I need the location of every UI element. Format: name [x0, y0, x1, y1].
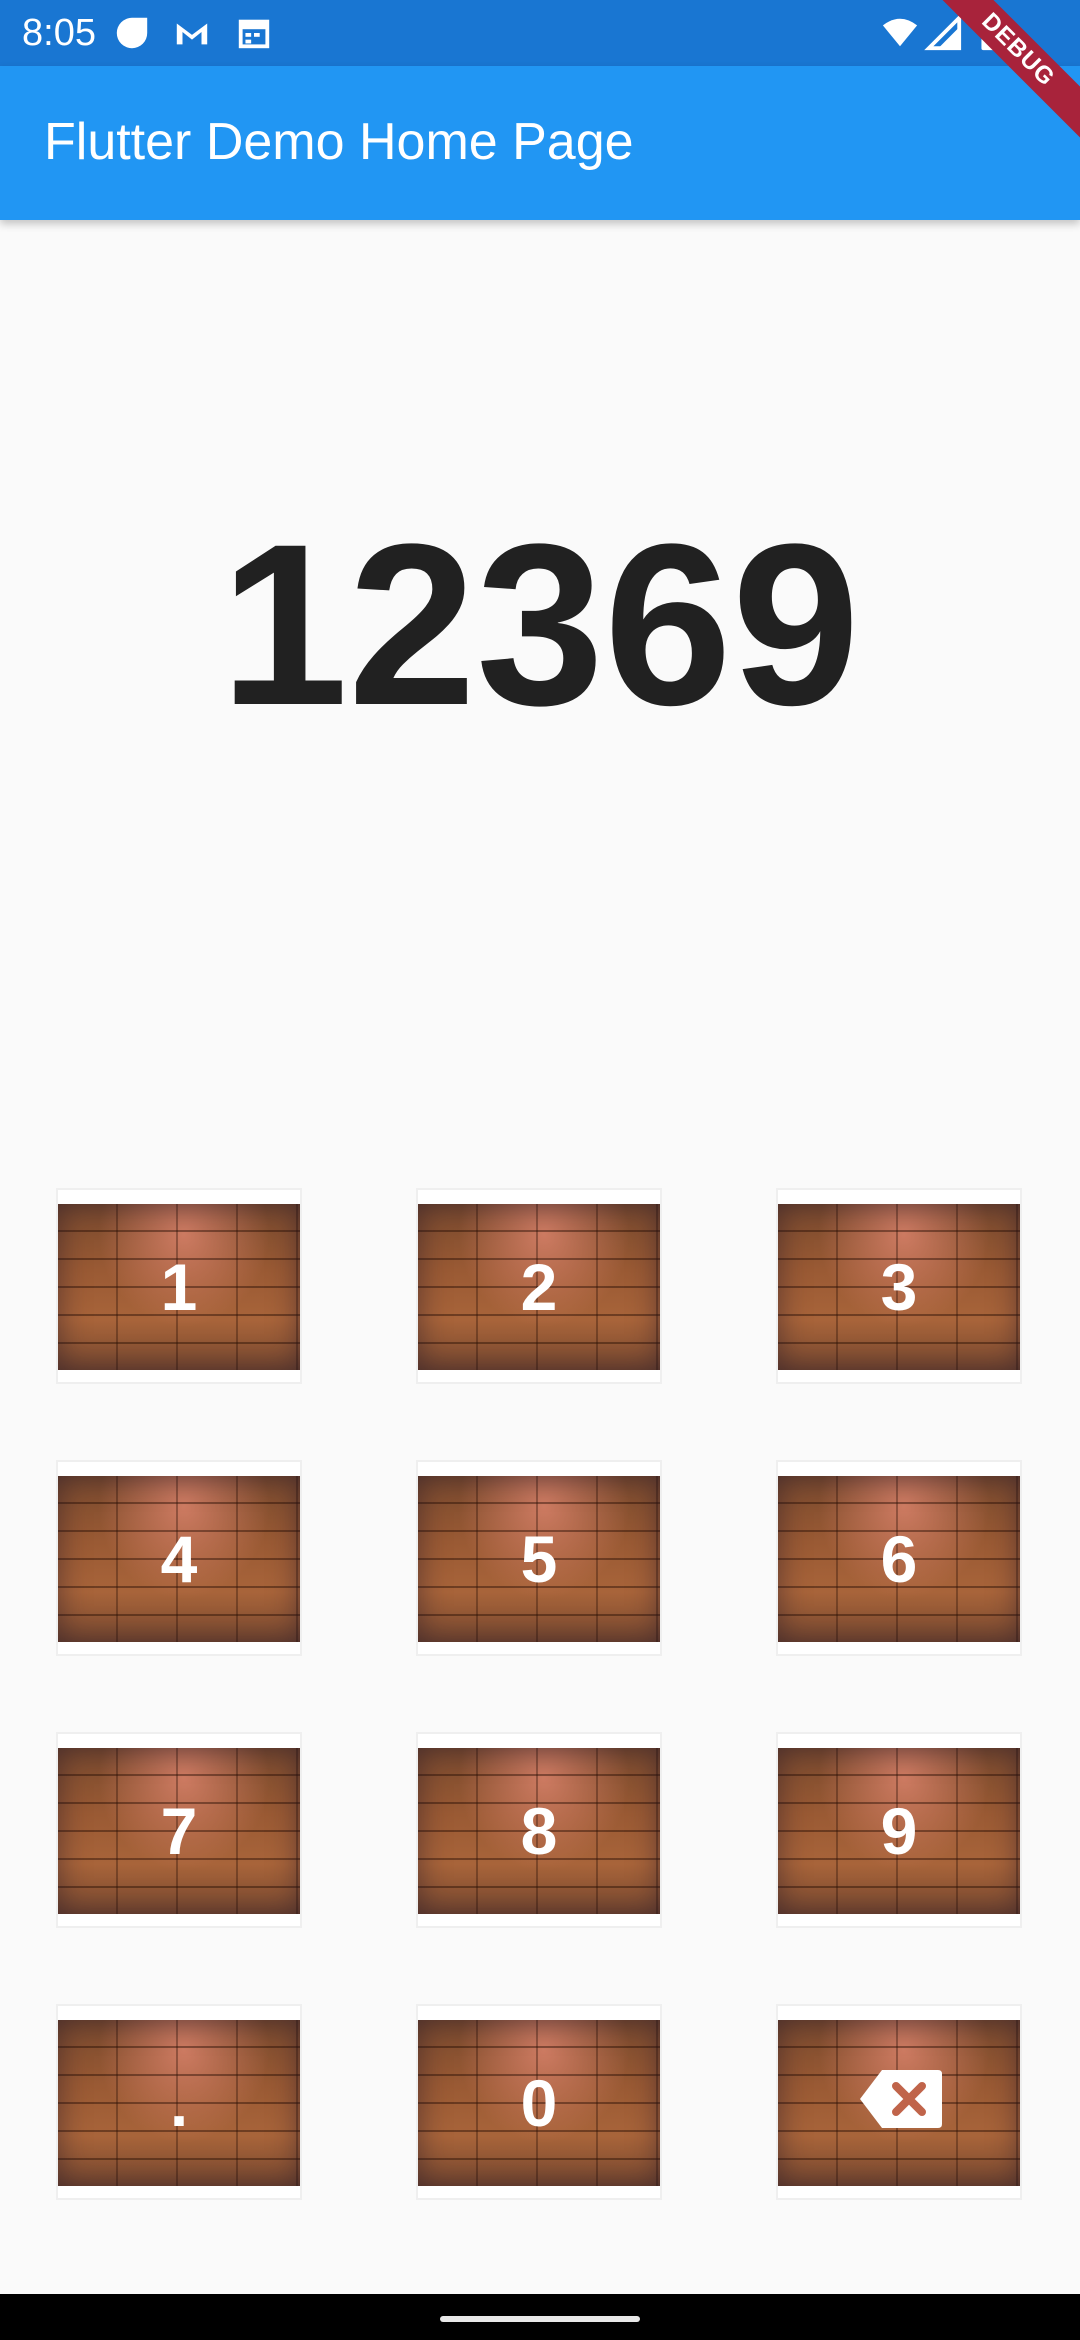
- navigation-bar: [0, 2294, 1080, 2340]
- key-3-button[interactable]: 3: [776, 1188, 1022, 1384]
- key-label: 0: [520, 2066, 558, 2140]
- key-decimal-button[interactable]: .: [56, 2004, 302, 2200]
- key-8-button[interactable]: 8: [416, 1732, 662, 1928]
- backspace-icon: [858, 2068, 944, 2130]
- gmail-icon: [172, 14, 212, 52]
- key-7-button[interactable]: 7: [56, 1732, 302, 1928]
- cellular-signal-icon: [924, 14, 964, 52]
- key-label: 1: [160, 1250, 198, 1324]
- key-label: .: [169, 2066, 189, 2140]
- key-label: 9: [880, 1794, 918, 1868]
- key-1-button[interactable]: 1: [56, 1188, 302, 1384]
- status-bar: 8:05: [0, 0, 1080, 66]
- key-label: 6: [880, 1522, 918, 1596]
- key-9-button[interactable]: 9: [776, 1732, 1022, 1928]
- key-0-button[interactable]: 0: [416, 2004, 662, 2200]
- key-2-button[interactable]: 2: [416, 1188, 662, 1384]
- app-bar-title: Flutter Demo Home Page: [44, 113, 634, 171]
- calendar-icon: [234, 14, 274, 52]
- key-label: 7: [160, 1794, 198, 1868]
- key-label: 2: [520, 1250, 558, 1324]
- key-6-button[interactable]: 6: [776, 1460, 1022, 1656]
- key-5-button[interactable]: 5: [416, 1460, 662, 1656]
- home-gesture-handle[interactable]: [440, 2316, 640, 2322]
- circle-notification-icon: [112, 14, 152, 52]
- app-bar: Flutter Demo Home Page: [0, 66, 1080, 220]
- backspace-button[interactable]: [776, 2004, 1022, 2200]
- key-label: 3: [880, 1250, 918, 1324]
- key-4-button[interactable]: 4: [56, 1460, 302, 1656]
- key-label: 5: [520, 1522, 558, 1596]
- status-time: 8:05: [22, 12, 96, 54]
- display-value: 12369: [220, 496, 860, 753]
- key-label: 4: [160, 1522, 198, 1596]
- wifi-icon: [880, 14, 920, 52]
- key-label: 8: [520, 1794, 558, 1868]
